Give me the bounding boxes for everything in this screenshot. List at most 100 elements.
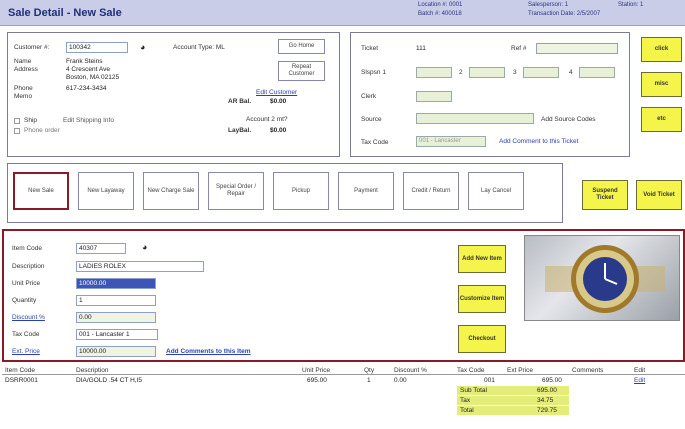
salesperson-1-dropdown[interactable] [416, 67, 452, 78]
phone-label: Phone [14, 85, 33, 92]
cell-qty: 1 [367, 377, 371, 384]
item-tax-code-label: Tax Code [12, 331, 40, 338]
source-dropdown[interactable] [416, 113, 534, 124]
salesperson-4-label: 4 [569, 69, 573, 76]
layaway-balance-value: $0.00 [270, 127, 287, 134]
salesperson-3-dropdown[interactable] [523, 67, 559, 78]
column-header: Edit [634, 367, 646, 374]
salesperson-4-dropdown[interactable] [579, 67, 615, 78]
payment-button[interactable]: Payment [338, 172, 394, 210]
table-row[interactable]: DSRR0001 DIA/GOLD .54 CT H,I5 695.00 1 0… [2, 376, 685, 385]
column-header: Item Code [5, 367, 35, 374]
cell-item-code: DSRR0001 [5, 377, 38, 384]
customer-name: Frank Steins [66, 58, 103, 65]
subtotal-row: Sub Total 695.00 [457, 386, 569, 395]
cell-tax-code: 001 [484, 377, 495, 384]
unit-price-input[interactable]: 10000.00 [76, 278, 156, 289]
add-source-codes-label[interactable]: Add Source Codes [541, 116, 596, 123]
pickup-button[interactable]: Pickup [273, 172, 329, 210]
edit-customer-link[interactable]: Edit Customer [256, 89, 297, 96]
address-line-1: 4 Crescent Ave [66, 66, 110, 73]
customize-item-button[interactable]: Customize Item [458, 285, 506, 313]
suspend-ticket-button[interactable]: Suspend Ticket [582, 180, 628, 210]
customer-panel: Customer #: 100342 ◕ Account Type: ML Go… [7, 32, 340, 157]
ext-price-link[interactable]: Ext. Price [12, 348, 40, 355]
cell-description: DIA/GOLD .54 CT H,I5 [76, 377, 142, 384]
misc-button[interactable]: misc [641, 72, 682, 97]
new-sale-button[interactable]: New Sale [13, 172, 69, 210]
discount-input[interactable]: 0.00 [76, 312, 156, 323]
quantity-label: Quantity [12, 297, 37, 304]
customer-phone: 617-234-3434 [66, 85, 107, 92]
edit-row-link[interactable]: Edit [634, 377, 645, 384]
subtotal-value: 695.00 [537, 387, 557, 394]
batch-label: Batch #: 400018 [418, 11, 462, 17]
quantity-input[interactable]: 1 [76, 295, 156, 306]
checkout-button[interactable]: Checkout [458, 325, 506, 353]
source-label: Source [361, 116, 382, 123]
tax-code-dropdown[interactable]: 001 - Lancaster [416, 136, 486, 147]
watch-icon [545, 245, 665, 313]
salesperson-label: Salesperson: 1 [528, 2, 569, 8]
salesperson-3-label: 3 [513, 69, 517, 76]
item-code-input[interactable]: 40307 [76, 243, 126, 254]
transaction-type-panel: New Sale New Layaway New Charge Sale Spe… [7, 163, 563, 223]
binoculars-icon[interactable]: ◕ [142, 242, 147, 252]
ref-label: Ref # [511, 45, 527, 52]
tax-code-label: Tax Code [361, 139, 389, 146]
salesperson-2-dropdown[interactable] [469, 67, 505, 78]
unit-price-label: Unit Price [12, 280, 41, 287]
repeat-customer-button[interactable]: Repeat Customer [278, 61, 325, 81]
ext-price-input[interactable]: 10000.00 [76, 346, 156, 357]
ref-input[interactable] [536, 43, 618, 54]
new-charge-sale-button[interactable]: New Charge Sale [143, 172, 199, 210]
transaction-date: Transaction Date: 2/5/2007 [528, 11, 601, 17]
salesperson-2-label: 2 [459, 69, 463, 76]
item-entry-panel: Item Code 40307 ◕ Description LADIES ROL… [2, 229, 685, 362]
description-label: Description [12, 263, 45, 270]
go-home-button[interactable]: Go Home [278, 39, 325, 54]
add-ticket-comment-link[interactable]: Add Comment to this Ticket [499, 138, 578, 145]
column-header: Unit Price [302, 367, 331, 374]
ship-checkbox[interactable] [14, 118, 20, 124]
etc-button[interactable]: etc [641, 107, 682, 132]
item-photo [524, 235, 680, 321]
address-line-2: Boston, MA 02125 [66, 74, 120, 81]
credit-return-button[interactable]: Credit / Return [403, 172, 459, 210]
cell-unit-price: 695.00 [307, 377, 327, 384]
lay-cancel-button[interactable]: Lay Cancel [468, 172, 524, 210]
discount-link[interactable]: Discount % [12, 314, 45, 321]
new-layaway-button[interactable]: New Layaway [78, 172, 134, 210]
address-label: Address [14, 66, 38, 73]
tax-value: 34.75 [537, 397, 554, 404]
memo-label: Memo [14, 93, 33, 100]
column-header: Qty [364, 367, 375, 374]
special-order-button[interactable]: Special Order / Repair [208, 172, 264, 210]
add-item-comment-link[interactable]: Add Comments to this Item [166, 348, 251, 355]
description-input[interactable]: LADIES ROLEX [76, 261, 204, 272]
column-header: Description [76, 367, 109, 374]
station-label: Station: 1 [618, 2, 644, 8]
customer-number-input[interactable]: 100342 [66, 42, 128, 53]
phone-order-label: Phone order [24, 127, 60, 134]
add-new-item-button[interactable]: Add New Item [458, 245, 506, 273]
phone-order-checkbox[interactable] [14, 128, 20, 134]
title-bar: Sale Detail - New Sale Location #: 0001 … [0, 0, 685, 26]
account-type: Account Type: ML [173, 44, 225, 51]
account-2-label: Account 2 mt? [246, 116, 288, 123]
tax-label: Tax [460, 397, 471, 404]
clerk-dropdown[interactable] [416, 91, 452, 102]
items-table: Item Code Description Unit Price Qty Dis… [2, 366, 685, 429]
name-label: Name [14, 58, 32, 65]
location-label: Location #: 0001 [418, 2, 463, 8]
item-tax-code-dropdown[interactable]: 001 - Lancaster 1 [76, 329, 158, 340]
ship-label: Ship [24, 117, 38, 124]
table-header-row: Item Code Description Unit Price Qty Dis… [2, 366, 685, 375]
ar-balance-value: $0.00 [270, 98, 287, 105]
edit-shipping-link[interactable]: Edit Shipping Info [63, 117, 114, 124]
click-button[interactable]: click [641, 37, 682, 62]
salesperson-1-label: Slspsn 1 [361, 69, 386, 76]
total-row: Total 729.75 [457, 406, 569, 415]
binoculars-icon[interactable]: ◕ [140, 42, 145, 52]
void-ticket-button[interactable]: Void Ticket [636, 180, 682, 210]
